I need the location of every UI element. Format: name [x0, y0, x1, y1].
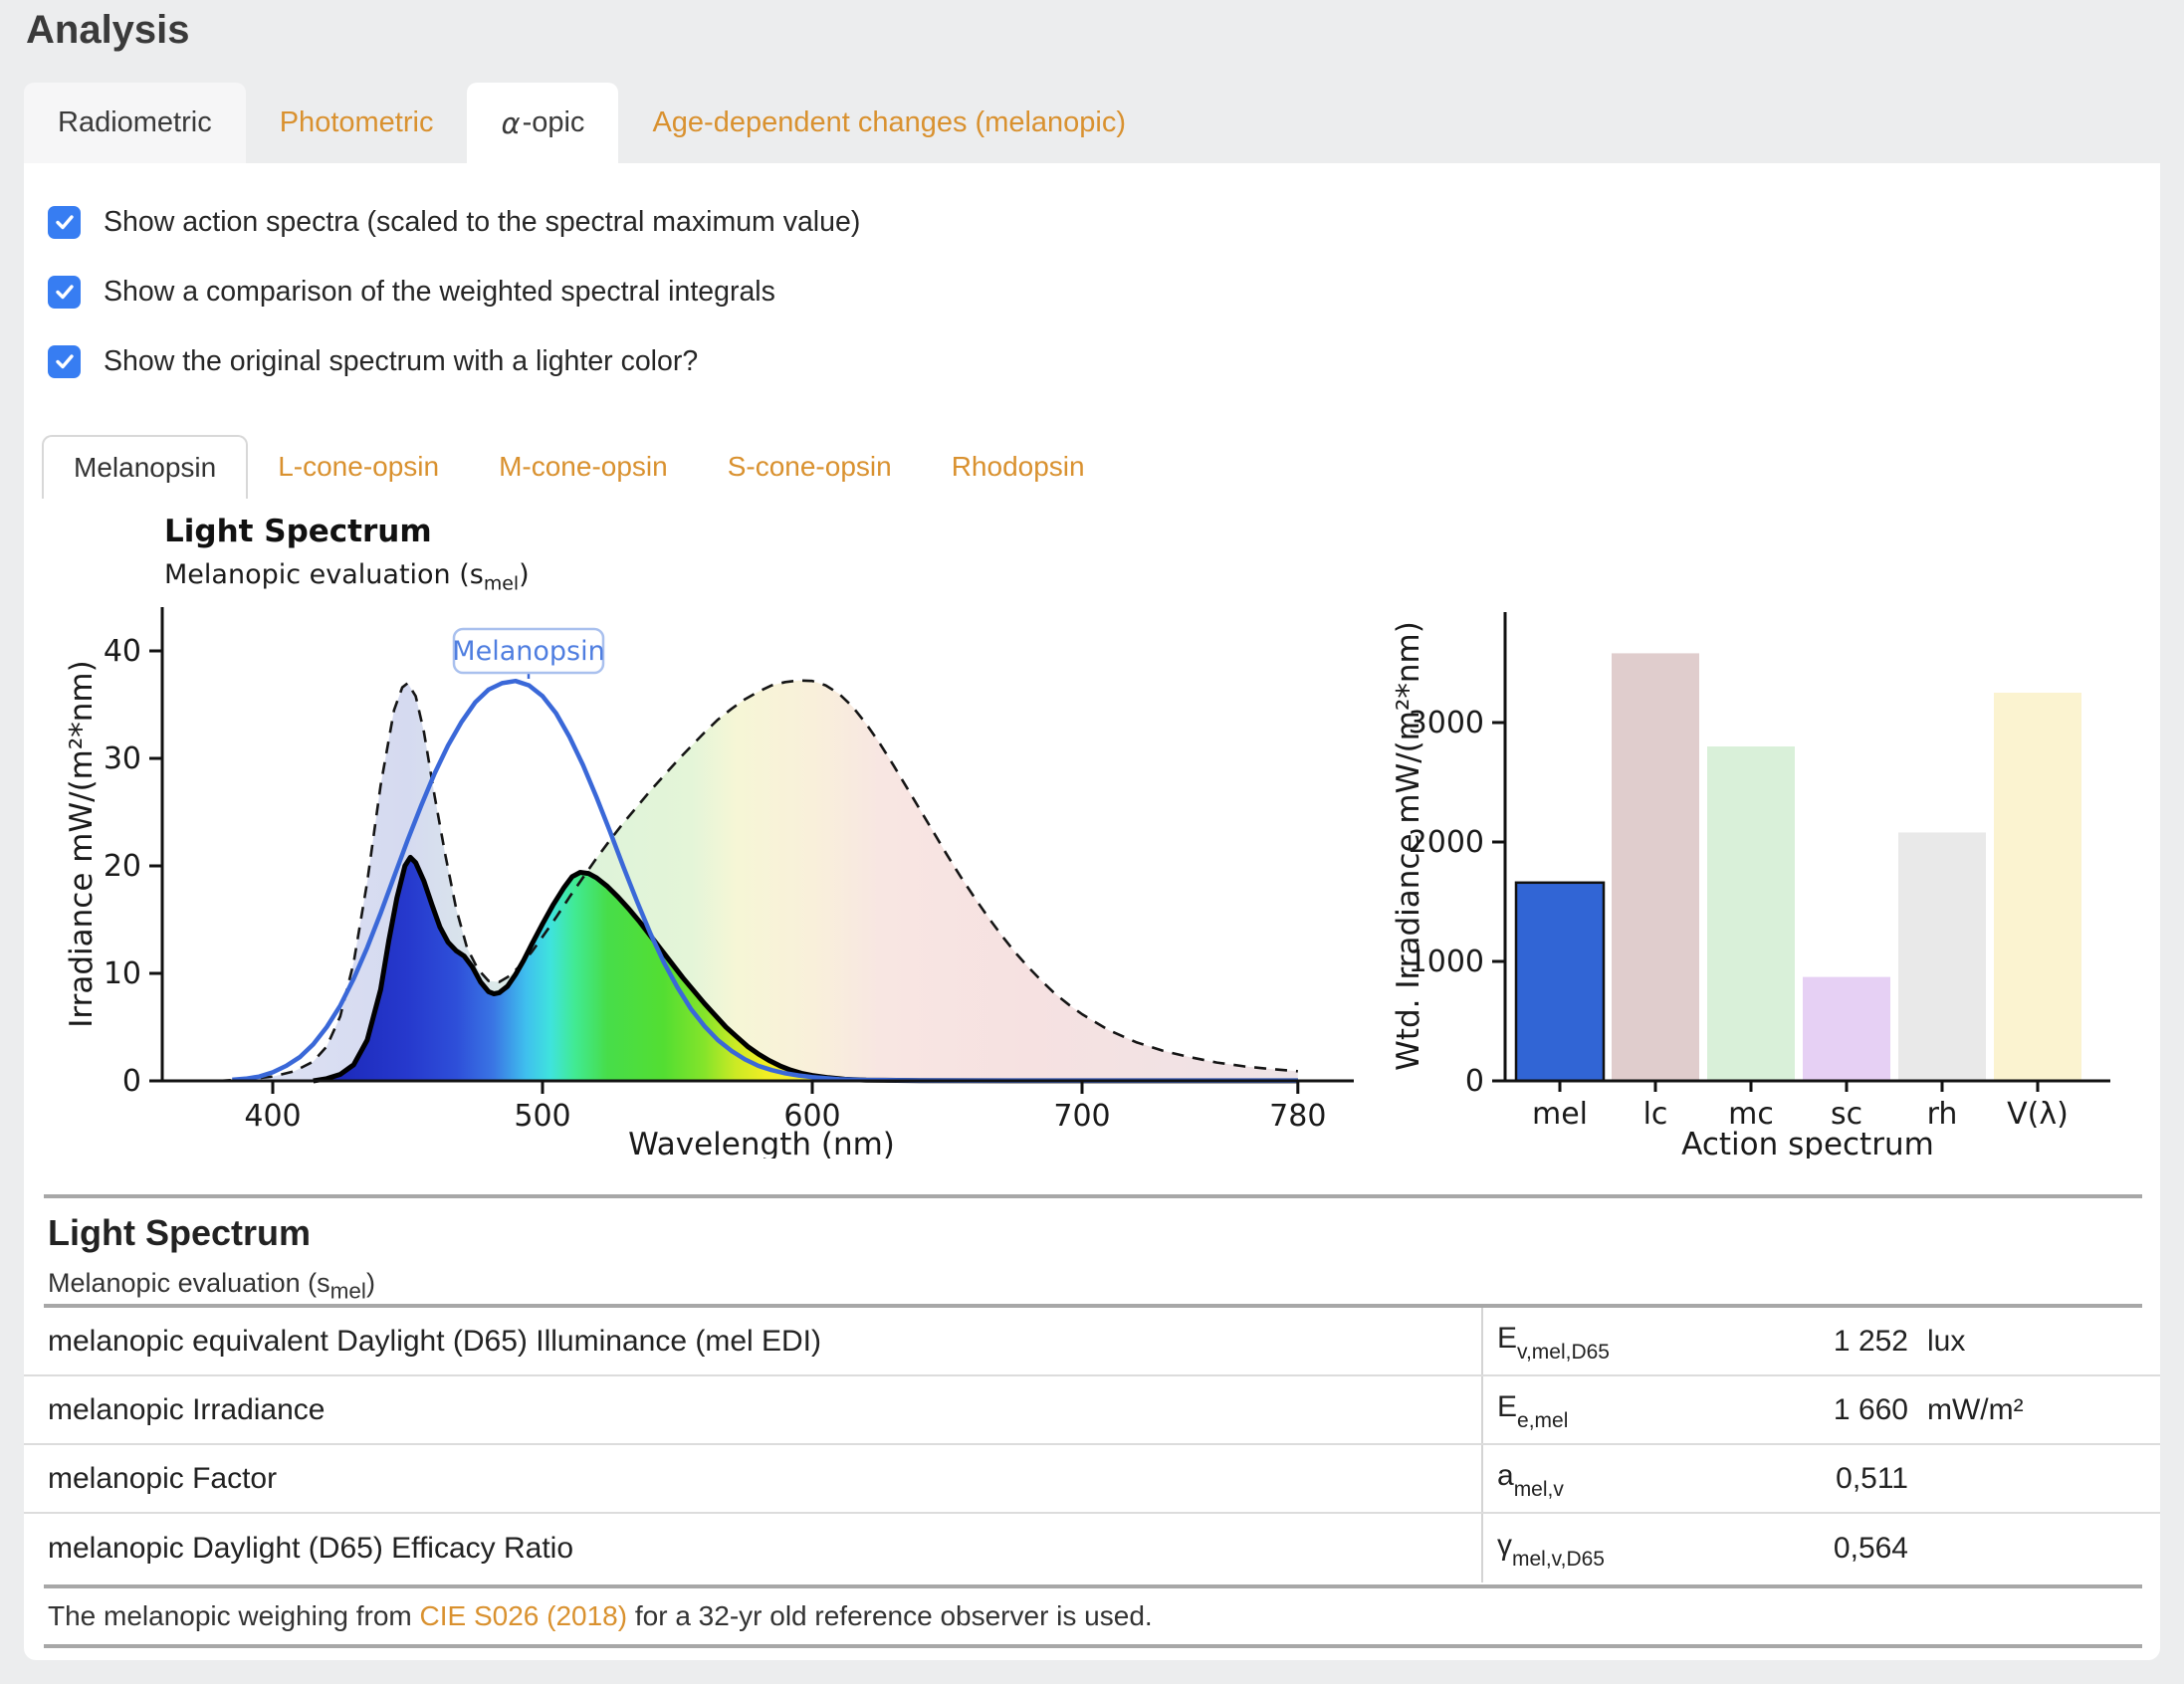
subtab-s-cone-label: S-cone-opsin: [728, 451, 892, 483]
tab-radiometric[interactable]: Radiometric: [24, 83, 246, 163]
subtab-rhodopsin-label: Rhodopsin: [952, 451, 1085, 483]
subtab-rhodopsin[interactable]: Rhodopsin: [922, 435, 1115, 499]
row-value: 1 252: [1712, 1308, 1908, 1374]
divider: [44, 1194, 2142, 1198]
row-label: melanopic Irradiance: [24, 1376, 1481, 1443]
row-unit: mW/m²: [1908, 1376, 2160, 1443]
tab-age-dependent[interactable]: Age-dependent changes (melanopic): [618, 83, 1160, 163]
svg-text:500: 500: [514, 1099, 570, 1134]
tab-photometric-label: Photometric: [280, 106, 434, 139]
checkbox-label: Show the original spectrum with a lighte…: [104, 345, 698, 378]
melanopsin-annotation-label: Melanopsin: [452, 636, 604, 667]
footnote: The melanopic weighing from CIE S026 (20…: [24, 1590, 2160, 1642]
chart-title: Light Spectrum: [164, 514, 432, 549]
bar-sc: [1803, 977, 1890, 1081]
weighted-integrals-chart: mellcmcscrhV(λ) 0 1000 2000 3000Action s…: [1389, 577, 2160, 1158]
svg-text:0: 0: [122, 1064, 141, 1099]
content-panel: Show action spectra (scaled to the spect…: [24, 163, 2160, 1660]
row-value: 0,564: [1712, 1514, 1908, 1582]
analysis-page: Analysis Radiometric Photometric α-opic …: [0, 0, 2184, 1684]
row-unit: [1908, 1514, 2160, 1582]
tab-photometric[interactable]: Photometric: [246, 83, 468, 163]
row-value: 0,511: [1712, 1445, 1908, 1512]
table-row: melanopic equivalent Daylight (D65) Illu…: [24, 1308, 2160, 1376]
opsin-tab-bar: Melanopsin L-cone-opsin M-cone-opsin S-c…: [42, 435, 1115, 499]
row-label: melanopic Factor: [24, 1445, 1481, 1512]
svg-text:0: 0: [1465, 1064, 1484, 1099]
svg-text:10: 10: [104, 956, 141, 991]
bar-rh: [1898, 832, 1986, 1081]
row-symbol: amel,v: [1481, 1445, 1712, 1512]
row-symbol: γmel,v,D65: [1481, 1514, 1712, 1582]
checkbox-show-action-spectra[interactable]: Show action spectra (scaled to the spect…: [48, 201, 860, 243]
results-subtitle: Melanopic evaluation (smel): [48, 1268, 375, 1304]
subtab-l-cone-opsin[interactable]: L-cone-opsin: [248, 435, 469, 499]
x-axis-label: Wavelength (nm): [628, 1127, 895, 1158]
checkbox-show-comparison[interactable]: Show a comparison of the weighted spectr…: [48, 271, 775, 313]
svg-text:30: 30: [104, 741, 141, 776]
row-symbol: Ev,mel,D65: [1481, 1308, 1712, 1374]
results-title: Light Spectrum: [48, 1212, 311, 1254]
checkbox-checked-icon[interactable]: [48, 345, 81, 378]
cie-s026-link[interactable]: CIE S026 (2018): [420, 1600, 628, 1631]
tab-alpha-opic-label: -opic: [523, 106, 585, 139]
tab-alpha-opic[interactable]: α-opic: [467, 83, 618, 163]
subtab-s-cone-opsin[interactable]: S-cone-opsin: [698, 435, 922, 499]
x-axis-label: Action spectrum: [1681, 1127, 1934, 1158]
subtab-m-cone-label: M-cone-opsin: [499, 451, 668, 483]
subtab-l-cone-label: L-cone-opsin: [278, 451, 439, 483]
divider: [44, 1644, 2142, 1648]
tab-age-dependent-label: Age-dependent changes (melanopic): [652, 106, 1126, 139]
svg-text:400: 400: [244, 1099, 301, 1134]
subtab-melanopsin[interactable]: Melanopsin: [42, 435, 248, 499]
tab-alpha-glyph: α: [501, 106, 520, 140]
bar-mc: [1707, 746, 1795, 1081]
checkbox-show-original-lighter[interactable]: Show the original spectrum with a lighte…: [48, 340, 698, 382]
divider: [44, 1584, 2142, 1588]
bar-lc: [1612, 653, 1699, 1081]
bar-V(λ): [1994, 693, 2081, 1081]
row-unit: [1908, 1445, 2160, 1512]
row-label: melanopic equivalent Daylight (D65) Illu…: [24, 1308, 1481, 1374]
checkbox-checked-icon[interactable]: [48, 276, 81, 309]
svg-text:40: 40: [104, 634, 141, 669]
y-axis-label: Irradiance mW/(m²*nm): [64, 660, 100, 1027]
table-row: melanopic Irradiance Ee,mel 1 660 mW/m²: [24, 1376, 2160, 1445]
svg-text:780: 780: [1269, 1099, 1326, 1134]
y-axis-label: Wtd. Irradiance mW/(m²*nm): [1391, 621, 1426, 1071]
page-title: Analysis: [26, 8, 190, 53]
row-unit: lux: [1908, 1308, 2160, 1374]
main-tab-bar: Radiometric Photometric α-opic Age-depen…: [24, 83, 1160, 163]
table-row: melanopic Daylight (D65) Efficacy Ratio …: [24, 1514, 2160, 1582]
bar-category-label: V(λ): [2007, 1097, 2069, 1132]
row-label: melanopic Daylight (D65) Efficacy Ratio: [24, 1514, 1481, 1582]
svg-text:700: 700: [1053, 1099, 1110, 1134]
tab-radiometric-label: Radiometric: [58, 106, 212, 139]
results-rows: melanopic equivalent Daylight (D65) Illu…: [24, 1308, 2160, 1582]
checkbox-label: Show a comparison of the weighted spectr…: [104, 276, 775, 309]
svg-text:20: 20: [104, 849, 141, 884]
row-symbol: Ee,mel: [1481, 1376, 1712, 1443]
bar-category-label: mel: [1532, 1097, 1588, 1132]
spectrum-chart: 0 10 20 30 40 400 500 600 700 780Wavelen…: [60, 577, 1394, 1158]
checkbox-label: Show action spectra (scaled to the spect…: [104, 206, 860, 239]
checkbox-checked-icon[interactable]: [48, 206, 81, 239]
subtab-melanopsin-label: Melanopsin: [74, 452, 216, 484]
table-row: melanopic Factor amel,v 0,511: [24, 1445, 2160, 1514]
row-value: 1 660: [1712, 1376, 1908, 1443]
subtab-m-cone-opsin[interactable]: M-cone-opsin: [469, 435, 698, 499]
bar-category-label: lc: [1643, 1097, 1668, 1132]
bar-mel: [1516, 883, 1604, 1081]
